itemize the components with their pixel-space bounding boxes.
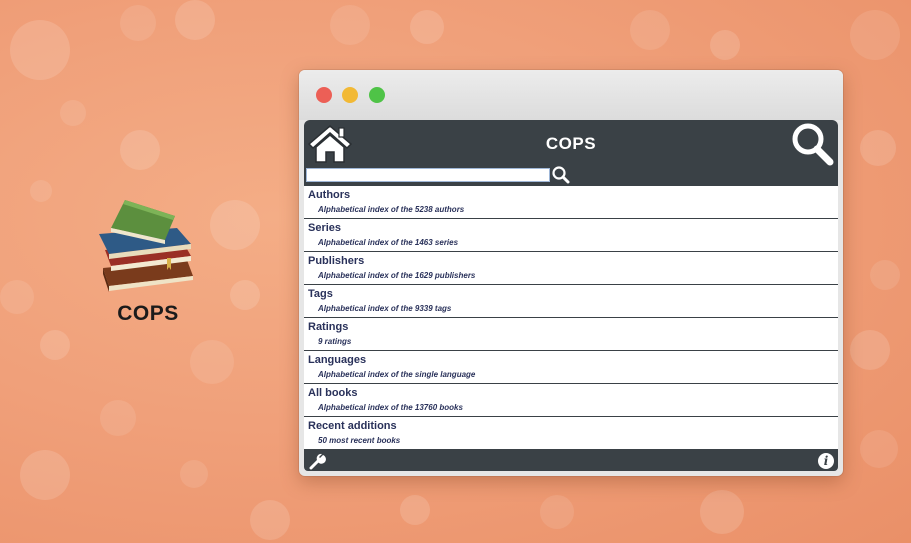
list-item-description: 9 ratings <box>318 337 352 346</box>
app-window: COPS Authors Alphabetical index of the 5… <box>299 70 843 476</box>
app-footer: i <box>304 451 838 471</box>
cops-app: COPS Authors Alphabetical index of the 5… <box>304 120 838 471</box>
list-item-publishers[interactable]: Publishers Alphabetical index of the 162… <box>304 252 838 285</box>
list-item-title: Languages <box>308 354 367 366</box>
list-item-description: 50 most recent books <box>318 436 401 445</box>
list-item-recent-additions[interactable]: Recent additions 50 most recent books <box>304 417 838 449</box>
list-item-title: Authors <box>308 189 351 201</box>
maximize-button[interactable] <box>369 87 385 103</box>
list-item-title: Tags <box>308 288 333 300</box>
menu-list: Authors Alphabetical index of the 5238 a… <box>304 186 838 449</box>
close-button[interactable] <box>316 87 332 103</box>
list-item-description: Alphabetical index of the 9339 tags <box>318 304 452 313</box>
wrench-icon <box>309 453 326 470</box>
list-item-description: Alphabetical index of the single languag… <box>318 370 476 379</box>
list-item-title: All books <box>308 387 358 399</box>
search-input[interactable] <box>306 168 550 182</box>
list-item-title: Recent additions <box>308 420 397 432</box>
app-header: COPS <box>304 120 838 186</box>
info-button[interactable]: i <box>818 453 834 469</box>
list-item-title: Ratings <box>308 321 349 333</box>
list-item-all-books[interactable]: All books Alphabetical index of the 1376… <box>304 384 838 417</box>
list-item-description: Alphabetical index of the 5238 authors <box>318 205 465 214</box>
search-toggle-button[interactable] <box>790 122 836 166</box>
window-titlebar <box>299 70 843 120</box>
search-submit-button[interactable] <box>551 166 571 184</box>
list-item-title: Publishers <box>308 255 365 267</box>
search-icon <box>792 123 834 166</box>
page-title: COPS <box>545 134 597 153</box>
info-icon: i <box>823 454 829 468</box>
list-item-series[interactable]: Series Alphabetical index of the 1463 se… <box>304 219 838 252</box>
search-icon <box>552 166 570 184</box>
cops-logo: COPS <box>90 198 210 328</box>
list-item-tags[interactable]: Tags Alphabetical index of the 9339 tags <box>304 285 838 318</box>
list-item-description: Alphabetical index of the 1629 publisher… <box>318 271 476 280</box>
list-item-authors[interactable]: Authors Alphabetical index of the 5238 a… <box>304 186 838 219</box>
list-item-ratings[interactable]: Ratings 9 ratings <box>304 318 838 351</box>
list-item-description: Alphabetical index of the 13760 books <box>318 403 463 412</box>
logo-text: COPS <box>117 302 179 325</box>
list-item-description: Alphabetical index of the 1463 series <box>318 238 459 247</box>
books-icon <box>99 200 193 292</box>
list-item-languages[interactable]: Languages Alphabetical index of the sing… <box>304 351 838 384</box>
list-item-title: Series <box>308 222 342 234</box>
minimize-button[interactable] <box>342 87 358 103</box>
settings-button[interactable] <box>308 453 326 470</box>
